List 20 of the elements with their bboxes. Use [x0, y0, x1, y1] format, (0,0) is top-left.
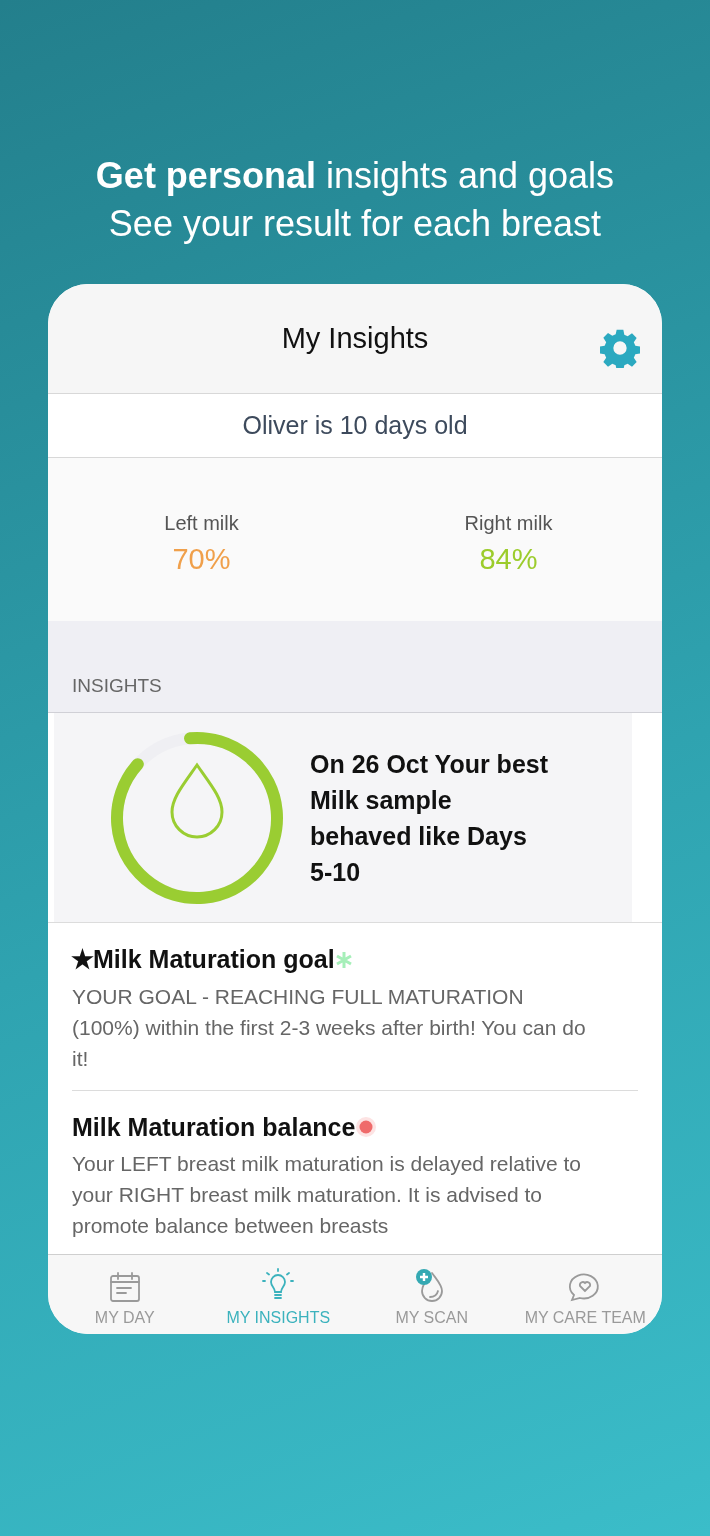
insight-text: Your LEFT breast milk maturation is delayed relative to your RIGHT breast milk maturation. It is advised to promote balance between breasts — [72, 1151, 582, 1239]
milk-percentage: 84% — [479, 542, 538, 577]
milk-label: Right milk — [464, 511, 553, 536]
baby-age: Oliver is 10 days old — [242, 409, 468, 441]
insight-text: YOUR GOAL - REACHING FULL MATURATION (100%) within the first 2-3 weeks after birth! You can do it! — [72, 983, 587, 1072]
headline: See your result for each breast — [108, 202, 602, 246]
insight-title: Milk Maturation balance — [72, 1111, 356, 1143]
calendar-icon — [107, 1270, 142, 1304]
insight-summary: On 26 Oct Your best Milk sample behaved like Days 5-10 — [310, 748, 550, 888]
tab[interactable]: MY DAY — [48, 1255, 202, 1334]
settings-icon[interactable] — [600, 328, 640, 368]
tab[interactable]: MY INSIGHTS — [201, 1255, 355, 1334]
headline: Get personal insights and goals — [95, 154, 615, 198]
screen-title: My Insights — [281, 320, 429, 356]
insight-title: ✭Milk Maturation goal — [72, 944, 335, 975]
section-label: INSIGHTS — [72, 673, 162, 698]
milk-label: Left milk — [164, 511, 239, 536]
milk-percentage: 70% — [172, 542, 231, 577]
tab[interactable]: MY CARE TEAM — [508, 1255, 662, 1334]
tab[interactable]: MY SCAN — [355, 1255, 509, 1334]
